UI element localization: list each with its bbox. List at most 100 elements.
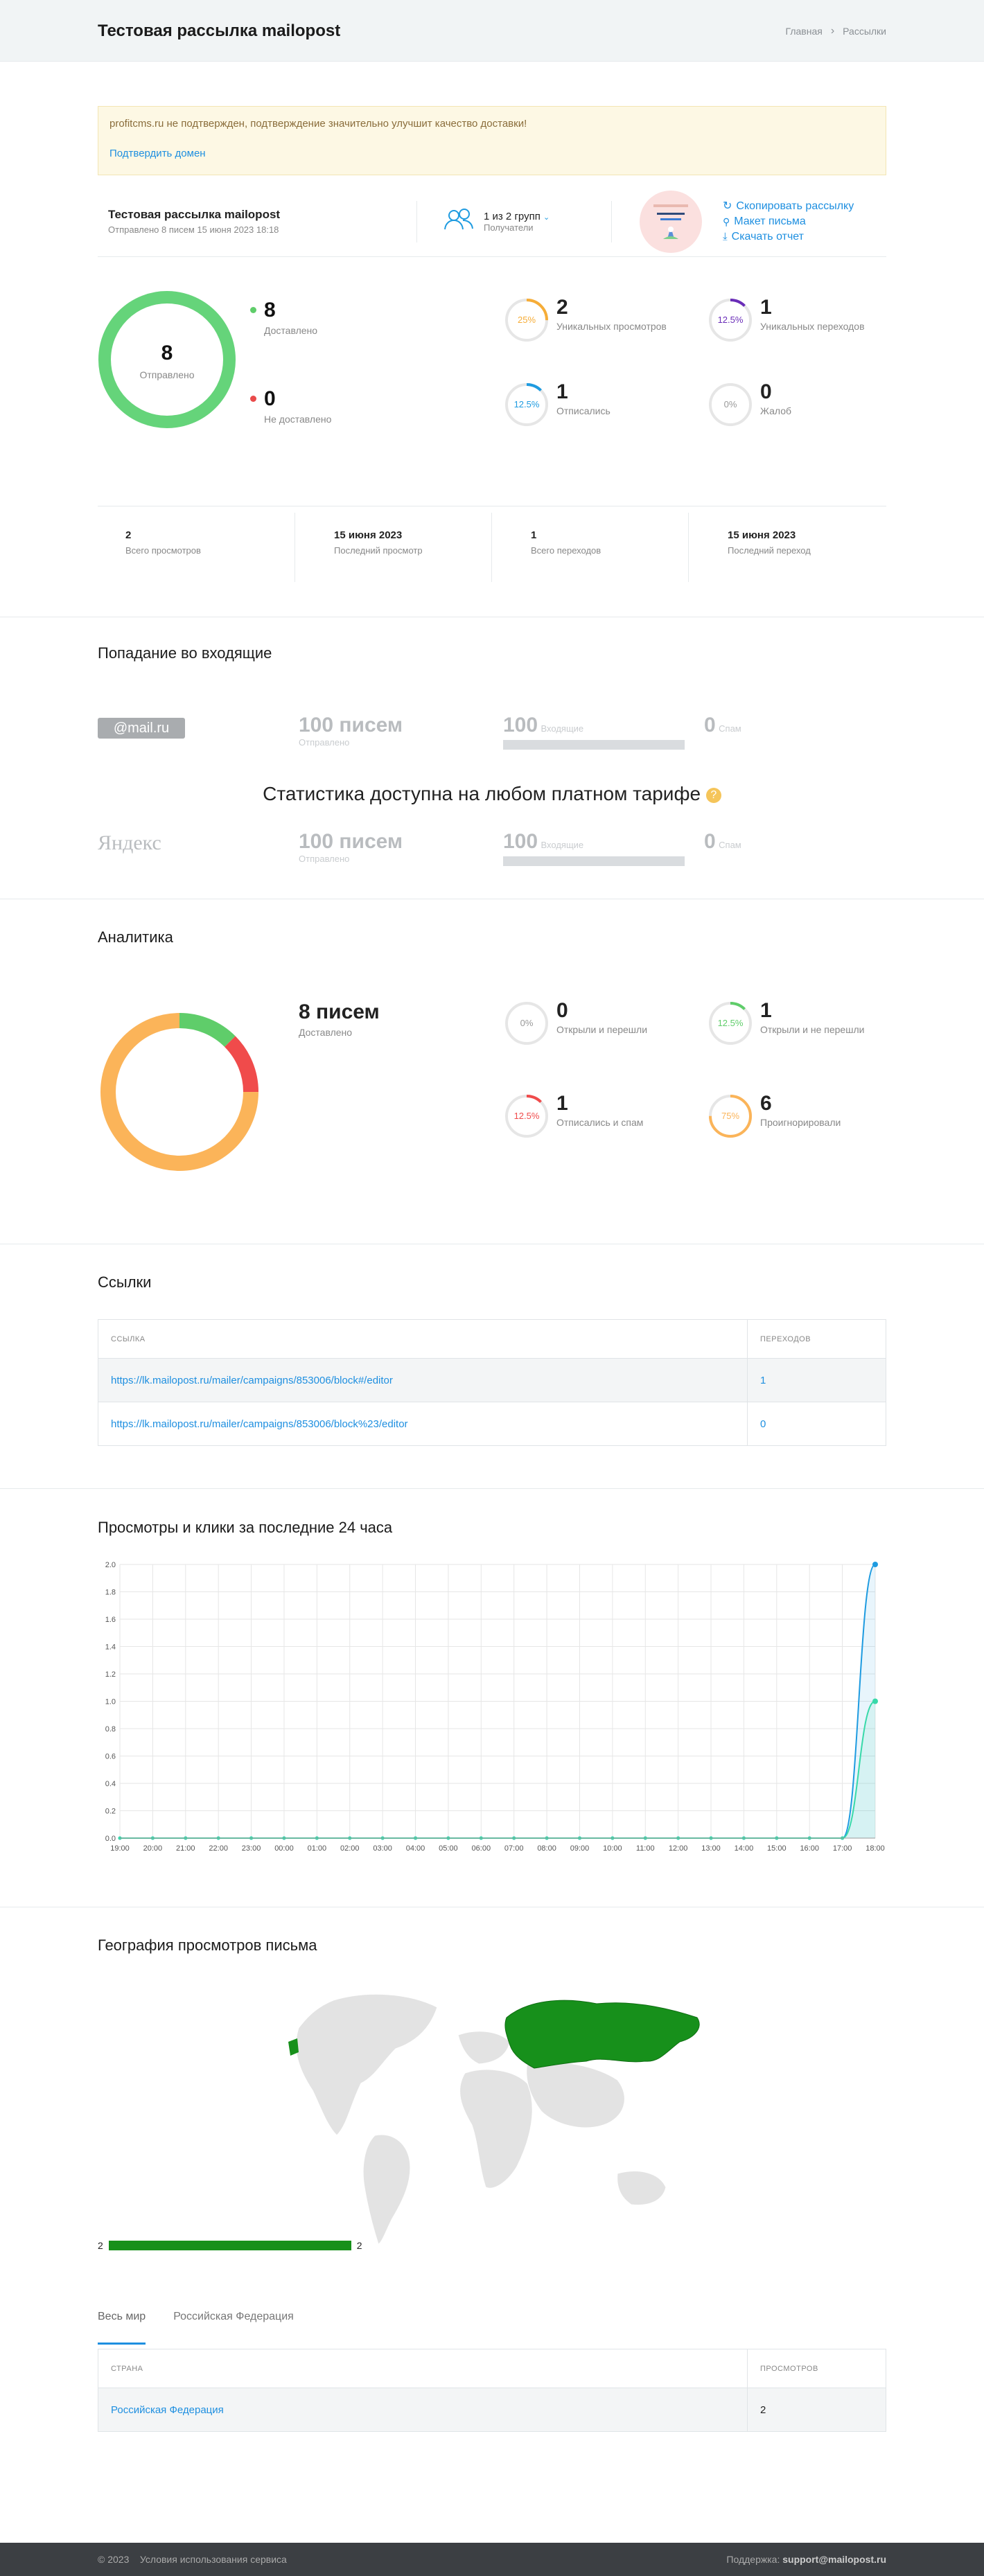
total-views-value: 2 xyxy=(125,529,132,541)
recipients-block[interactable]: 1 из 2 групп ⌄ Получатели xyxy=(417,206,611,237)
open-click-value: 0 xyxy=(556,999,568,1022)
yandex-inbox: 100 xyxy=(503,830,538,853)
total-views-label: Всего просмотров xyxy=(125,545,201,556)
y-tick-label: 1.0 xyxy=(105,1698,116,1706)
x-tick-label: 05:00 xyxy=(439,1844,458,1853)
totals-row: 2 Всего просмотров 15 июня 2023 Последни… xyxy=(98,513,886,582)
column-header-link: ССЫЛКА xyxy=(98,1319,748,1359)
delivered-count: 8 xyxy=(264,299,276,321)
delivered-stat: 8 Доставлено xyxy=(250,299,317,336)
x-tick-label: 03:00 xyxy=(373,1844,392,1853)
world-map[interactable] xyxy=(271,1986,714,2250)
open-click-ring: 0% xyxy=(505,1002,548,1045)
template-link[interactable]: Макет письма xyxy=(734,214,806,229)
copy-campaign-action[interactable]: ↻ Скопировать рассылку xyxy=(723,199,854,214)
not-delivered-stat: 0 Не доставлено xyxy=(250,387,331,425)
y-tick-label: 1.2 xyxy=(105,1670,116,1679)
data-point xyxy=(872,1698,878,1704)
ring-percent: 12.5% xyxy=(718,315,744,325)
delivery-stats: 8 Отправлено 8 Доставлено 0 Не доставлен… xyxy=(98,257,886,506)
copy-campaign-link[interactable]: Скопировать рассылку xyxy=(736,199,854,214)
not-delivered-count: 0 xyxy=(264,387,276,410)
ring-percent: 12.5% xyxy=(718,1018,744,1028)
x-tick-label: 21:00 xyxy=(176,1844,195,1853)
unique-clicks-value: 1 xyxy=(760,296,772,319)
metric-open-noclick: 12.5% 1 Открыли и не перешли xyxy=(708,1000,864,1046)
x-tick-label: 00:00 xyxy=(274,1844,294,1853)
email-preview-thumbnail[interactable] xyxy=(640,190,702,253)
breadcrumb-campaigns[interactable]: Рассылки xyxy=(843,26,886,37)
paywall-text: Статистика доступна на любом платном тар… xyxy=(263,783,701,804)
data-point xyxy=(872,1562,878,1567)
support-email[interactable]: support@mailopost.ru xyxy=(782,2554,886,2565)
link-clicks[interactable]: 1 xyxy=(760,1375,766,1386)
template-action[interactable]: ⚲ Макет письма xyxy=(723,214,854,229)
total-clicks-value: 1 xyxy=(531,529,537,541)
geo-bar: 2 2 xyxy=(98,2240,362,2251)
open-noclick-label: Открыли и не перешли xyxy=(760,1024,865,1035)
y-tick-label: 0.4 xyxy=(105,1780,116,1788)
terms-link[interactable]: Условия использования сервиса xyxy=(140,2554,287,2565)
paywall-message: Статистика доступна на любом платном тар… xyxy=(98,783,886,805)
last-view-label: Последний просмотр xyxy=(334,545,423,556)
column-header-clicks: ПЕРЕХОДОВ xyxy=(747,1319,886,1359)
yandex-spam-label: Спам xyxy=(719,840,741,850)
analytics-title: Аналитика xyxy=(98,928,173,946)
sent-count: 8 xyxy=(161,342,173,364)
recipients-label: Получатели xyxy=(484,222,534,233)
country-link[interactable]: Российская Федерация xyxy=(111,2404,224,2416)
ignored-label: Проигнорировали xyxy=(760,1117,841,1128)
footer: © 2023 Условия использования сервиса Под… xyxy=(0,2543,984,2576)
unique-views-ring: 25% xyxy=(505,299,548,342)
open-click-label: Открыли и перешли xyxy=(556,1024,648,1035)
total-clicks-label: Всего переходов xyxy=(531,545,601,556)
chevron-right-icon: › xyxy=(830,24,835,37)
analytics-delivered: 8 писем xyxy=(299,1000,380,1023)
ring-percent: 12.5% xyxy=(514,399,540,409)
campaign-sent-info: Отправлено 8 писем 15 июня 2023 18:18 xyxy=(108,224,279,235)
unsub-spam-value: 1 xyxy=(556,1092,568,1115)
x-tick-label: 04:00 xyxy=(406,1844,425,1853)
breadcrumb-home[interactable]: Главная xyxy=(786,26,823,37)
download-report-action[interactable]: ⤓ Скачать отчет xyxy=(723,229,854,245)
ignored-value: 6 xyxy=(760,1092,772,1115)
recipients-count: 1 из 2 групп xyxy=(484,210,541,222)
metric-open-click: 0% 0 Открыли и перешли xyxy=(504,1000,647,1046)
mailru-spam: 0 xyxy=(704,714,716,736)
y-tick-label: 2.0 xyxy=(105,1561,116,1569)
link-url[interactable]: https://lk.mailopost.ru/mailer/campaigns… xyxy=(111,1418,408,1430)
page-header: Тестовая рассылка mailopost Главная › Ра… xyxy=(0,0,984,62)
link-url[interactable]: https://lk.mailopost.ru/mailer/campaigns… xyxy=(111,1375,393,1386)
last-click-value: 15 июня 2023 xyxy=(728,529,796,541)
unique-clicks-label: Уникальных переходов xyxy=(760,321,865,332)
x-tick-label: 07:00 xyxy=(504,1844,524,1853)
x-tick-label: 02:00 xyxy=(340,1844,360,1853)
y-tick-label: 0.2 xyxy=(105,1808,116,1816)
x-tick-label: 06:00 xyxy=(472,1844,491,1853)
x-tick-label: 09:00 xyxy=(570,1844,590,1853)
complaints-value: 0 xyxy=(760,380,772,403)
download-report-link[interactable]: Скачать отчет xyxy=(732,229,804,245)
divider xyxy=(0,1488,984,1489)
green-dot-icon xyxy=(250,307,256,313)
x-tick-label: 22:00 xyxy=(209,1844,228,1853)
confirm-domain-link[interactable]: Подтвердить домен xyxy=(109,148,875,159)
help-icon[interactable]: ? xyxy=(705,787,721,803)
links-table: ССЫЛКА ПЕРЕХОДОВ https://lk.mailopost.ru/… xyxy=(98,1319,886,1446)
links-title: Ссылки xyxy=(98,1273,152,1291)
link-clicks[interactable]: 0 xyxy=(760,1418,766,1430)
domain-alert: profitcms.ru не подтвержден, подтвержден… xyxy=(98,106,886,175)
chart-title: Просмотры и клики за последние 24 часа xyxy=(98,1519,393,1536)
tab-russia[interactable]: Российская Федерация xyxy=(173,2311,294,2345)
metric-ignored: 75% 6 Проигнорировали xyxy=(708,1093,841,1139)
yandex-spam: 0 xyxy=(704,830,716,853)
tab-world[interactable]: Весь мир xyxy=(98,2311,146,2345)
chevron-down-icon[interactable]: ⌄ xyxy=(543,213,550,222)
sent-label: Отправлено xyxy=(139,369,195,380)
last-click-label: Последний переход xyxy=(728,545,811,556)
unsubscribed-label: Отписались xyxy=(556,405,610,416)
complaints-label: Жалоб xyxy=(760,405,792,416)
metric-complaints: 0% 0 Жалоб xyxy=(708,382,791,427)
column-header-views: ПРОСМОТРОВ xyxy=(747,2349,886,2388)
support-label: Поддержка: xyxy=(726,2554,780,2565)
